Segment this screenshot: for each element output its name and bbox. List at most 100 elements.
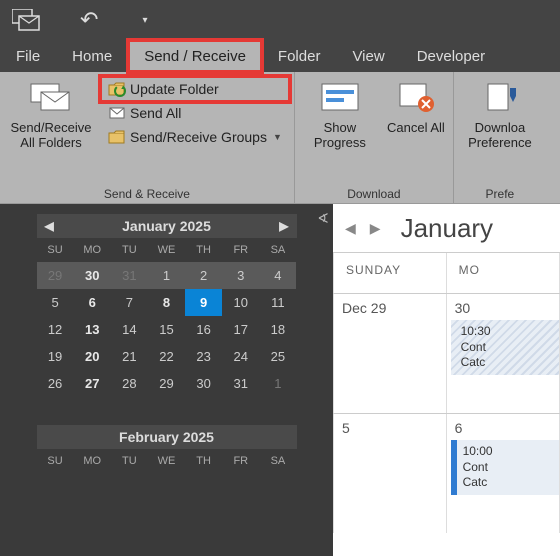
download-preferences-button[interactable]: Downloa Preference — [460, 76, 540, 185]
show-progress-label: Show Progress — [301, 120, 379, 150]
group-label-send-receive: Send & Receive — [6, 185, 288, 201]
tab-send-receive[interactable]: Send / Receive — [128, 40, 262, 72]
calendar-event[interactable]: 10:30ContCatc — [451, 320, 559, 375]
mini-cal-dow: SA — [259, 449, 296, 473]
mini-cal-day[interactable]: 4 — [259, 262, 296, 289]
mini-cal-day[interactable]: 28 — [111, 370, 148, 397]
mini-cal-day[interactable]: 30 — [74, 262, 111, 289]
calendar-next-button[interactable]: ▶ — [370, 220, 381, 237]
group-download: Show Progress Cancel All Download — [295, 72, 454, 203]
calendar-day-label: 5 — [342, 420, 438, 436]
folder-groups-icon — [108, 128, 126, 146]
mini-cal-dow: SU — [37, 238, 74, 262]
mini-cal-day[interactable]: 11 — [259, 289, 296, 316]
mini-cal-day[interactable]: 12 — [37, 316, 74, 343]
ribbon: Send/Receive All Folders Update Folder S… — [0, 72, 560, 204]
send-all-button[interactable]: Send All — [102, 102, 288, 124]
mini-cal-day[interactable]: 31 — [111, 262, 148, 289]
calendar-day-cell[interactable]: Dec 29 — [333, 294, 447, 413]
mini-cal-dow: WE — [148, 238, 185, 262]
mini-cal-dow: FR — [222, 238, 259, 262]
send-all-icon — [108, 104, 126, 122]
mini-cal-dow: TU — [111, 238, 148, 262]
mini-cal-day[interactable]: 15 — [148, 316, 185, 343]
tab-folder[interactable]: Folder — [262, 40, 337, 72]
qat-customize-button[interactable]: ▾ — [142, 15, 147, 26]
mini-cal-day[interactable]: 19 — [37, 343, 74, 370]
mini-cal-dow: TH — [185, 238, 222, 262]
send-receive-groups-button[interactable]: Send/Receive Groups ▼ — [102, 126, 288, 148]
sidebar-date-navigator: ∢ ◀ January 2025 ▶ SUMOTUWETHFRSA 293031… — [0, 204, 333, 556]
calendar-dow-header: SUNDAY — [333, 253, 447, 293]
mini-cal-day[interactable]: 30 — [185, 370, 222, 397]
mini-cal-dow: WE — [148, 449, 185, 473]
mini-cal-day[interactable]: 24 — [222, 343, 259, 370]
mini-cal-day[interactable]: 2 — [185, 262, 222, 289]
mini-calendar-2: February 2025 SUMOTUWETHFRSA — [37, 425, 297, 473]
tab-view[interactable]: View — [336, 40, 400, 72]
main-area: ∢ ◀ January 2025 ▶ SUMOTUWETHFRSA 293031… — [0, 204, 560, 556]
download-pref-label: Downloa Preference — [460, 120, 540, 150]
calendar-day-cell[interactable]: 6 10:00ContCatc — [447, 414, 560, 533]
mini-cal-day[interactable]: 5 — [37, 289, 74, 316]
mini-cal-day[interactable]: 25 — [259, 343, 296, 370]
send-receive-all-button[interactable]: Send/Receive All Folders — [6, 76, 96, 185]
mini-cal-day[interactable]: 20 — [74, 343, 111, 370]
mini-cal-dow: SA — [259, 238, 296, 262]
cancel-all-label: Cancel All — [387, 120, 445, 135]
mini-cal-day[interactable]: 18 — [259, 316, 296, 343]
mini-cal-day[interactable]: 7 — [111, 289, 148, 316]
update-folder-button[interactable]: Update Folder — [102, 78, 288, 100]
mini-cal-day[interactable]: 1 — [259, 370, 296, 397]
mini-cal-dow: TU — [111, 449, 148, 473]
mini-cal-dow: MO — [74, 238, 111, 262]
mini-cal-day[interactable]: 3 — [222, 262, 259, 289]
calendar-day-cell[interactable]: 3010:30ContCatc — [447, 294, 560, 413]
calendar-day-cell[interactable]: 5 — [333, 414, 447, 533]
mini-cal-day[interactable]: 14 — [111, 316, 148, 343]
ribbon-tabstrip: File Home Send / Receive Folder View Dev… — [0, 40, 560, 72]
cancel-all-button[interactable]: Cancel All — [385, 76, 447, 185]
calendar-event[interactable]: 10:00ContCatc — [451, 440, 559, 495]
undo-button[interactable]: ↶ — [80, 7, 98, 33]
mini-cal-day[interactable]: 6 — [74, 289, 111, 316]
mini-cal2-title: February 2025 — [119, 429, 214, 445]
mini-cal-day[interactable]: 16 — [185, 316, 222, 343]
mail-window-icon — [12, 9, 40, 31]
mini-cal-day[interactable]: 21 — [111, 343, 148, 370]
mini-cal-day[interactable]: 22 — [148, 343, 185, 370]
quick-access-toolbar: ↶ ▾ — [0, 0, 560, 40]
show-progress-button[interactable]: Show Progress — [301, 76, 379, 185]
mini-cal-dow: SU — [37, 449, 74, 473]
mini-cal-day[interactable]: 29 — [37, 262, 74, 289]
group-label-download: Download — [301, 185, 447, 201]
mini-cal-day[interactable]: 29 — [148, 370, 185, 397]
mini-cal-day[interactable]: 9 — [185, 289, 222, 316]
tab-home[interactable]: Home — [56, 40, 128, 72]
mini-cal1-title: January 2025 — [122, 218, 211, 234]
collapse-sidebar-button[interactable]: ∢ — [317, 210, 329, 227]
mini-cal-day[interactable]: 23 — [185, 343, 222, 370]
tab-file[interactable]: File — [0, 40, 56, 72]
prev-month-button[interactable]: ◀ — [45, 219, 54, 233]
send-receive-all-label: Send/Receive All Folders — [6, 120, 96, 150]
mini-cal-day[interactable]: 26 — [37, 370, 74, 397]
mini-cal-day[interactable]: 1 — [148, 262, 185, 289]
mini-cal-day[interactable]: 10 — [222, 289, 259, 316]
mini-cal-dow: TH — [185, 449, 222, 473]
download-pref-icon — [478, 80, 522, 116]
calendar-day-label: Dec 29 — [342, 300, 438, 316]
mini-cal-day[interactable]: 13 — [74, 316, 111, 343]
envelopes-icon — [29, 80, 73, 116]
tab-developer[interactable]: Developer — [401, 40, 501, 72]
calendar-day-label: 6 — [455, 420, 551, 436]
calendar-week-row: Dec 29 3010:30ContCatc — [333, 293, 560, 413]
calendar-title: January — [401, 213, 494, 244]
group-preferences: Downloa Preference Prefe — [454, 72, 546, 203]
next-month-button[interactable]: ▶ — [279, 219, 288, 233]
mini-cal-day[interactable]: 31 — [222, 370, 259, 397]
mini-cal-day[interactable]: 8 — [148, 289, 185, 316]
calendar-prev-button[interactable]: ◀ — [345, 220, 356, 237]
mini-cal-day[interactable]: 27 — [74, 370, 111, 397]
mini-cal-day[interactable]: 17 — [222, 316, 259, 343]
